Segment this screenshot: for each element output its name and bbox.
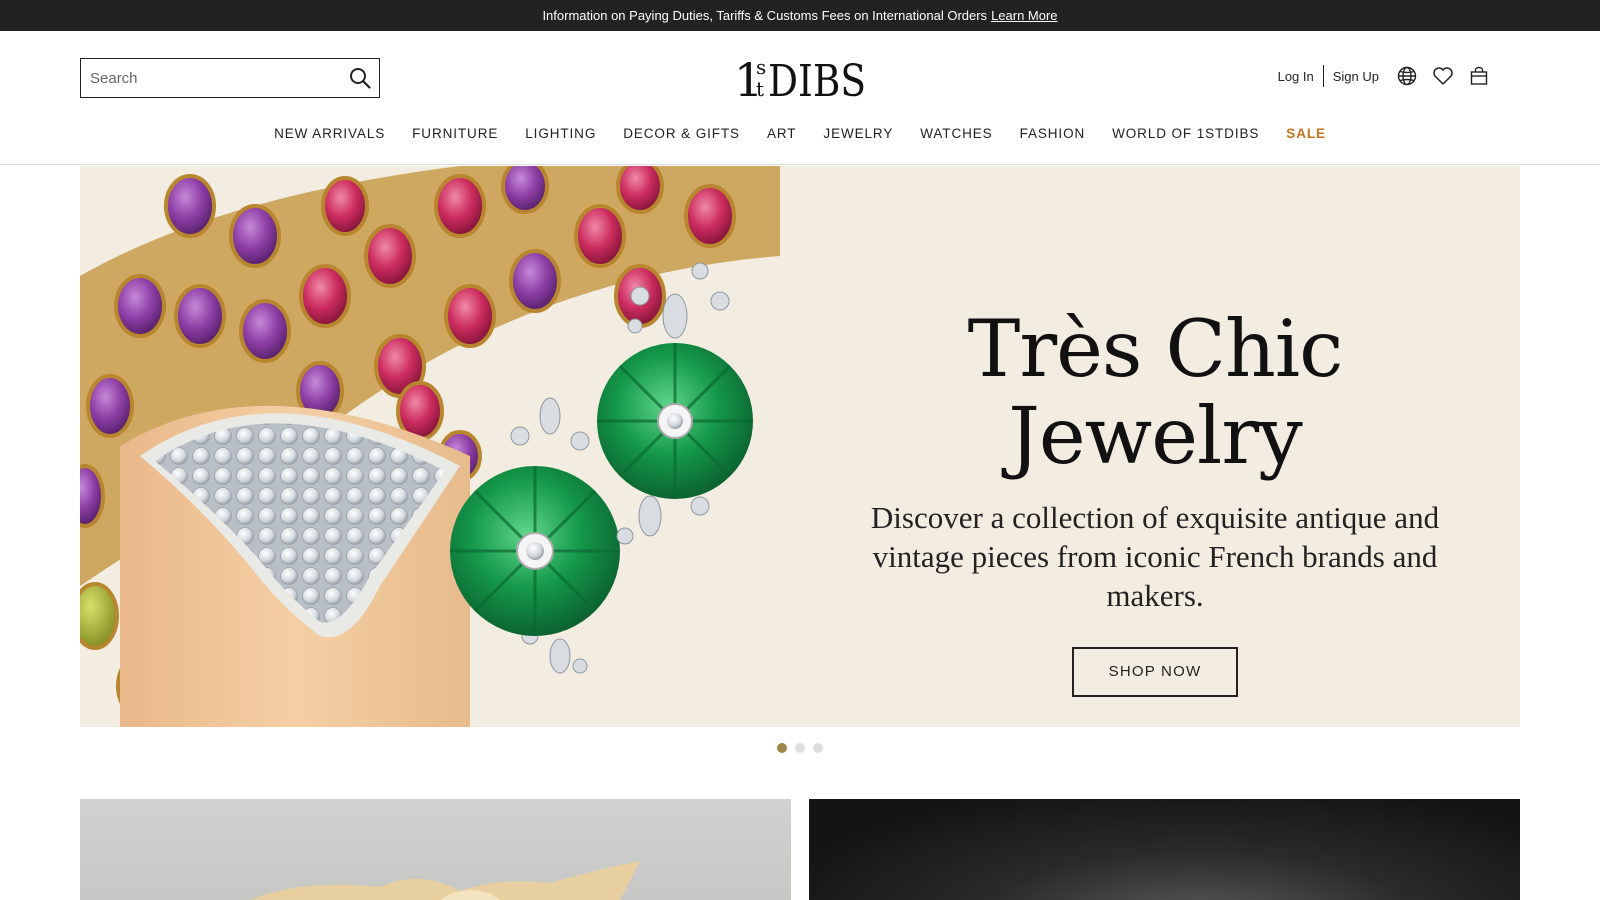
nav-jewelry[interactable]: JEWELRY <box>810 120 907 148</box>
nav-world-of-1stdibs[interactable]: WORLD OF 1STDIBS <box>1099 120 1273 148</box>
svg-text:DIBS: DIBS <box>768 56 866 102</box>
carousel-dot-2[interactable] <box>795 743 805 753</box>
nav-fashion[interactable]: FASHION <box>1006 120 1099 148</box>
promo-tile-left[interactable] <box>80 799 791 900</box>
announcement-text: Information on Paying Duties, Tariffs & … <box>542 8 988 23</box>
header-icons <box>1396 65 1490 87</box>
hero-jewelry-image <box>80 166 780 727</box>
hero-subtitle: Discover a collection of exquisite antiq… <box>870 499 1440 613</box>
carousel-dot-3[interactable] <box>813 743 823 753</box>
account-divider <box>1322 65 1324 87</box>
nav-new-arrivals[interactable]: NEW ARRIVALS <box>261 120 399 148</box>
announcement-bar: Information on Paying Duties, Tariffs & … <box>0 0 1600 31</box>
nav-decor-gifts[interactable]: DECOR & GIFTS <box>610 120 754 148</box>
account-area: Log In Sign Up <box>1278 64 1490 88</box>
main-nav: NEW ARRIVALS FURNITURE LIGHTING DECOR & … <box>0 120 1600 148</box>
promo-tile-right[interactable] <box>809 799 1520 900</box>
search-input[interactable] <box>81 59 341 97</box>
search-icon[interactable] <box>341 59 379 97</box>
learn-more-link[interactable]: Learn More <box>991 8 1057 23</box>
nav-furniture[interactable]: FURNITURE <box>399 120 512 148</box>
promo-tile-left-image <box>250 861 640 900</box>
carousel-dots <box>777 743 823 753</box>
nav-art[interactable]: ART <box>753 120 809 148</box>
nav-sale[interactable]: SALE <box>1273 120 1340 148</box>
nav-divider <box>0 164 1600 165</box>
hero-copy: Très Chic Jewelry Discover a collection … <box>815 306 1495 697</box>
nav-lighting[interactable]: LIGHTING <box>512 120 610 148</box>
svg-text:s: s <box>756 55 766 79</box>
shopping-bag-icon[interactable] <box>1468 65 1490 87</box>
hero-title: Très Chic Jewelry <box>967 303 1344 482</box>
nav-watches[interactable]: WATCHES <box>907 120 1006 148</box>
carousel-dot-1[interactable] <box>777 743 787 753</box>
signup-link[interactable]: Sign Up <box>1333 69 1379 84</box>
shop-now-button[interactable]: SHOP NOW <box>1072 646 1238 697</box>
login-link[interactable]: Log In <box>1278 69 1314 84</box>
search-box <box>80 58 380 98</box>
globe-icon[interactable] <box>1396 65 1418 87</box>
site-logo[interactable]: 1 s t DIBS <box>734 52 868 107</box>
svg-text:t: t <box>756 77 764 101</box>
hero-banner[interactable]: Très Chic Jewelry Discover a collection … <box>80 166 1520 727</box>
heart-icon[interactable] <box>1432 65 1454 87</box>
